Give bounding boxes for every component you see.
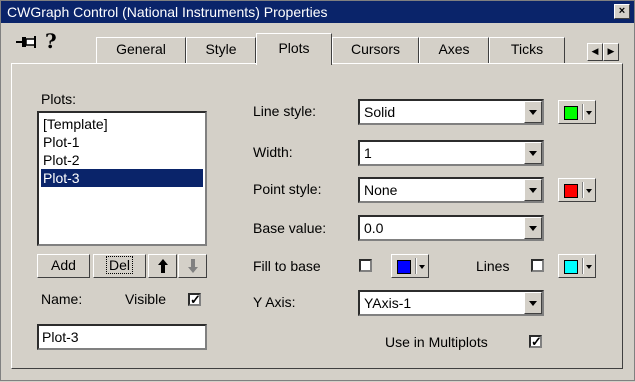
delete-plot-button[interactable]: Del bbox=[93, 254, 146, 278]
use-in-multiplots-checkbox[interactable]: ✓ bbox=[529, 335, 542, 348]
caret-down-icon bbox=[586, 189, 592, 193]
properties-dialog: CWGraph Control (National Instruments) P… bbox=[0, 0, 635, 381]
caret-down-icon bbox=[586, 111, 592, 115]
chevron-down-icon[interactable] bbox=[524, 217, 542, 239]
list-item[interactable]: Plot-2 bbox=[41, 151, 203, 169]
plots-list-label: Plots: bbox=[41, 91, 77, 107]
plot-name-input[interactable]: Plot-3 bbox=[37, 324, 207, 350]
add-plot-button[interactable]: Add bbox=[37, 254, 90, 278]
use-in-multiplots-label: Use in Multiplots bbox=[385, 334, 488, 350]
fill-color-button[interactable] bbox=[391, 254, 429, 278]
list-item[interactable]: Plot-1 bbox=[41, 133, 203, 151]
plot-name-value: Plot-3 bbox=[42, 329, 79, 345]
plots-listbox[interactable]: [Template] Plot-1 Plot-2 Plot-3 bbox=[37, 111, 207, 246]
chevron-down-icon[interactable] bbox=[524, 179, 542, 201]
lines-color-swatch bbox=[564, 260, 578, 274]
list-item[interactable]: [Template] bbox=[41, 115, 203, 133]
delete-plot-label: Del bbox=[105, 256, 133, 274]
point-style-label: Point style: bbox=[253, 181, 322, 197]
point-style-select[interactable]: None bbox=[358, 177, 544, 203]
lines-color-button[interactable] bbox=[558, 254, 596, 278]
point-color-swatch bbox=[564, 184, 578, 198]
base-value-label: Base value: bbox=[253, 220, 327, 236]
name-label: Name: bbox=[41, 291, 83, 307]
line-style-select[interactable]: Solid bbox=[358, 99, 544, 125]
point-style-value: None bbox=[364, 182, 398, 198]
chevron-down-icon[interactable] bbox=[524, 101, 542, 123]
visible-checkbox[interactable]: ✓ bbox=[188, 293, 201, 306]
width-select[interactable]: 1 bbox=[358, 140, 544, 166]
line-color-swatch bbox=[564, 106, 578, 120]
lines-label: Lines bbox=[476, 258, 510, 274]
lines-checkbox[interactable] bbox=[531, 259, 544, 272]
arrow-down-icon bbox=[187, 259, 198, 273]
base-value-select[interactable]: 0.0 bbox=[358, 215, 544, 241]
line-style-label: Line style: bbox=[253, 103, 317, 119]
y-axis-select[interactable]: YAxis-1 bbox=[358, 290, 544, 316]
chevron-down-icon[interactable] bbox=[524, 292, 542, 314]
fill-to-base-label: Fill to base bbox=[253, 258, 321, 274]
fill-to-base-checkbox[interactable] bbox=[359, 259, 372, 272]
line-style-value: Solid bbox=[364, 104, 396, 120]
fill-color-swatch bbox=[397, 260, 411, 274]
width-label: Width: bbox=[253, 144, 293, 160]
move-up-button[interactable] bbox=[148, 254, 177, 278]
line-color-button[interactable] bbox=[558, 100, 596, 124]
width-value: 1 bbox=[364, 145, 372, 161]
arrow-up-icon bbox=[157, 259, 168, 273]
y-axis-label: Y Axis: bbox=[253, 294, 296, 310]
caret-down-icon bbox=[586, 265, 592, 269]
visible-label: Visible bbox=[125, 291, 166, 307]
y-axis-value: YAxis-1 bbox=[364, 295, 412, 311]
chevron-down-icon[interactable] bbox=[524, 142, 542, 164]
caret-down-icon bbox=[419, 265, 425, 269]
base-value-value: 0.0 bbox=[364, 220, 384, 236]
move-down-button[interactable] bbox=[178, 254, 207, 278]
point-color-button[interactable] bbox=[558, 178, 596, 202]
list-item-selected[interactable]: Plot-3 bbox=[41, 169, 203, 187]
